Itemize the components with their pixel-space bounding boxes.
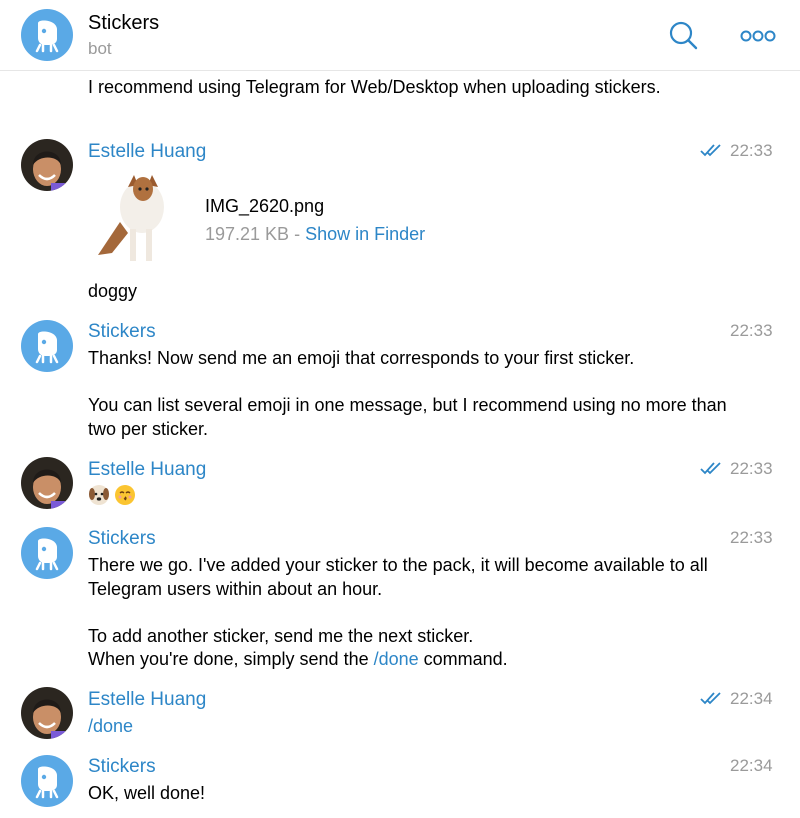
sender-name[interactable]: Stickers [88,528,156,550]
read-checkmark-icon [700,692,721,705]
message-time: 22:33 [730,141,773,160]
sender-name[interactable]: Estelle Huang [88,459,206,481]
message-text: OK, well done! [88,783,206,803]
read-checkmark-icon [700,462,721,475]
file-size: 197.21 KB [205,224,290,244]
user-photo [33,699,65,739]
user-photo [33,469,65,509]
bot-avatar[interactable] [21,755,73,807]
file-name[interactable]: IMG_2620.png [205,196,324,217]
message-time: 22:34 [730,756,773,775]
file-meta: 197.21 KB - Show in Finder [205,224,425,245]
bot-avatar[interactable] [21,320,73,372]
done-command-link[interactable]: /done [88,716,133,736]
sender-name[interactable]: Stickers [88,321,156,343]
dog-face-emoji-icon [89,485,109,505]
bot-avatar[interactable] [21,527,73,579]
message-time: 22:34 [730,689,773,708]
bot-logo-icon [35,331,59,364]
bot-logo-icon [35,538,59,571]
message-text: There we go. I've added your sticker to … [88,554,728,672]
bot-avatar[interactable] [21,9,73,61]
user-avatar[interactable] [21,139,73,191]
show-in-finder-link[interactable]: Show in Finder [305,224,425,244]
user-photo [33,151,65,191]
sender-name[interactable]: Stickers [88,756,156,778]
done-command-link[interactable]: /done [374,649,419,669]
kissing-face-emoji-icon [115,485,135,505]
user-avatar[interactable] [21,457,73,509]
message-text: /done [88,715,728,739]
sender-name[interactable]: Estelle Huang [88,141,206,163]
message-caption: doggy [88,281,138,301]
chat-title: Stickers [88,12,160,34]
message-time: 22:33 [730,459,773,478]
message-time: 22:33 [730,321,773,340]
user-avatar[interactable] [21,687,73,739]
bot-logo-icon [35,766,59,799]
emoji-row [88,484,136,506]
message-text-end: command. [418,649,508,669]
bot-logo-icon [35,20,59,53]
message-text: Thanks! Now send me an emoji that corres… [88,348,727,439]
chat-header: Stickers bot [0,0,800,71]
file-thumbnail[interactable] [90,167,180,267]
dog-image [98,175,164,261]
read-checkmark-icon [700,144,721,157]
message-time: 22:33 [730,528,773,547]
sender-name[interactable]: Estelle Huang [88,689,206,711]
message-text: I recommend using Telegram for Web/Deskt… [88,77,661,97]
more-options-icon[interactable] [740,24,776,48]
chat-subtitle: bot [88,39,112,58]
search-icon[interactable] [668,20,700,52]
file-meta-separator: - [289,224,306,244]
